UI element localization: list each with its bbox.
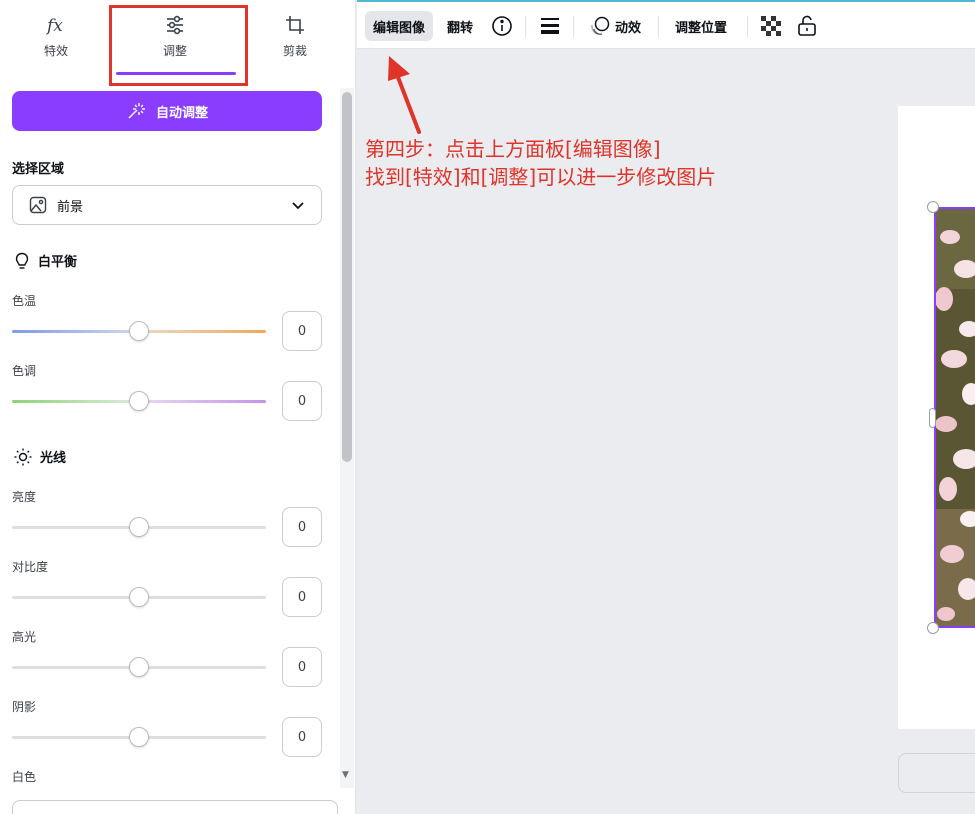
transparency-checker-icon [761, 16, 781, 36]
panel-scrollbar-thumb[interactable] [342, 92, 352, 462]
select-area-value: 前景 [57, 199, 84, 215]
animate-button[interactable]: 动效 [581, 11, 649, 41]
whites-label: 白色 [12, 770, 37, 784]
tab-effects[interactable]: fx 特效 [11, 8, 101, 74]
annotation-arrow [388, 56, 421, 134]
edit-image-button[interactable]: 编辑图像 [365, 11, 434, 41]
panel-tabs: fx 特效 调整 剪裁 [0, 0, 340, 86]
shadows-value[interactable]: 0 [282, 717, 322, 757]
tab-crop[interactable]: 剪裁 [250, 8, 340, 74]
brightness-label: 亮度 [12, 490, 37, 504]
select-area-label: 选择区域 [12, 162, 65, 177]
white-balance-section-title: 白平衡 [14, 251, 77, 270]
info-button[interactable] [483, 11, 521, 41]
brightness-slider-thumb[interactable] [129, 517, 149, 537]
auto-adjust-button[interactable]: 自动调整 [12, 91, 322, 131]
selected-photo[interactable] [934, 207, 975, 628]
lock-button[interactable] [789, 11, 825, 41]
color-temperature-slider-thumb[interactable] [129, 321, 149, 341]
position-button[interactable]: 调整位置 [667, 11, 735, 41]
resize-handle-top-left[interactable] [927, 201, 939, 213]
crop-icon [284, 8, 306, 42]
info-icon [492, 16, 512, 36]
shadows-label: 阴影 [12, 700, 37, 714]
flip-button[interactable]: 翻转 [439, 11, 481, 41]
contrast-slider-thumb[interactable] [129, 587, 149, 607]
sun-icon [14, 448, 32, 465]
contrast-value[interactable]: 0 [282, 577, 322, 617]
resize-handle-bottom-left[interactable] [927, 622, 939, 634]
magic-wand-icon [128, 103, 145, 119]
scroll-down-arrow-icon[interactable]: ▼ [342, 770, 349, 780]
magnolia-photo-image [936, 209, 975, 626]
light-section-title: 光线 [14, 447, 66, 466]
tint-label: 色调 [12, 364, 37, 378]
foreground-image-icon [29, 196, 47, 214]
editor-toolbar: 编辑图像 翻转 动效 调整位置 [357, 0, 975, 49]
lightbulb-icon [15, 252, 29, 269]
lock-icon [798, 15, 816, 36]
highlights-slider-thumb[interactable] [129, 657, 149, 677]
panel-bottom-control[interactable] [12, 800, 338, 814]
line-spacing-button[interactable] [531, 11, 569, 41]
chevron-down-icon [292, 202, 304, 210]
canvas-bottom-control[interactable] [898, 753, 975, 793]
edit-image-panel: fx 特效 调整 剪裁 自动调整 选择区域 前景 白平衡 色温 0 色调 0 光… [0, 0, 356, 814]
transparency-button[interactable] [753, 11, 789, 41]
light-title: 光线 [40, 451, 67, 466]
highlights-label: 高光 [12, 630, 37, 644]
line-weight-icon [541, 18, 559, 34]
highlights-value[interactable]: 0 [282, 647, 322, 687]
color-temperature-value[interactable]: 0 [282, 311, 322, 351]
tab-crop-label: 剪裁 [282, 44, 307, 58]
brightness-value[interactable]: 0 [282, 507, 322, 547]
resize-handle-left[interactable] [929, 408, 936, 428]
tutorial-annotation: 第四步：点击上方面板[编辑图像] 找到[特效]和[调整]可以进一步修改图片 [365, 135, 716, 191]
contrast-label: 对比度 [12, 560, 49, 574]
tint-slider-thumb[interactable] [129, 391, 149, 411]
animate-label: 动效 [615, 20, 642, 36]
fx-icon: fx [45, 8, 67, 42]
white-balance-title: 白平衡 [38, 255, 78, 270]
tint-value[interactable]: 0 [282, 381, 322, 421]
tab-effects-label: 特效 [43, 44, 68, 58]
annotation-highlight-box [109, 5, 248, 86]
select-area-dropdown[interactable]: 前景 [12, 185, 322, 225]
annotation-line-2: 找到[特效]和[调整]可以进一步修改图片 [365, 165, 717, 189]
annotation-line-1: 第四步：点击上方面板[编辑图像] [365, 137, 661, 161]
color-temperature-label: 色温 [12, 294, 37, 308]
shadows-slider-thumb[interactable] [129, 727, 149, 747]
svg-text:fx: fx [45, 16, 63, 36]
animate-icon [591, 16, 610, 35]
auto-adjust-label: 自动调整 [155, 105, 208, 121]
